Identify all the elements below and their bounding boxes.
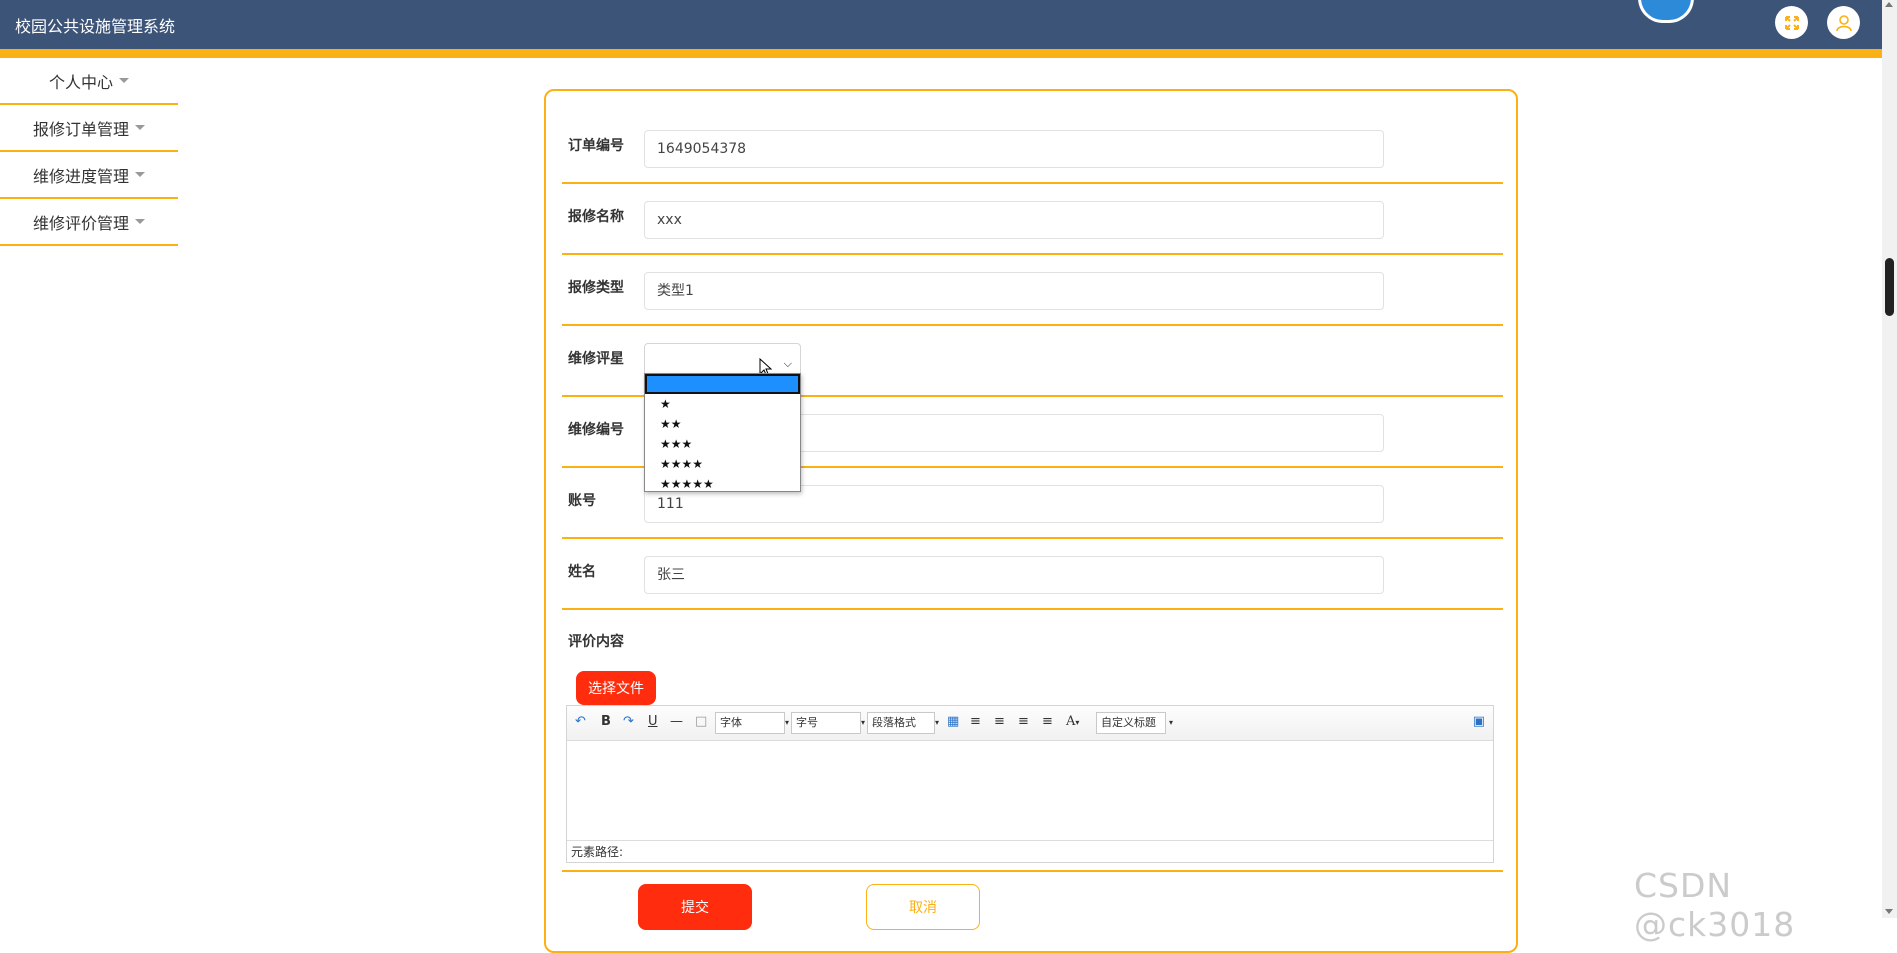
repair-name-input[interactable]: xxx (644, 201, 1384, 239)
rich-text-editor: ↶ B ↷ U — □ 字体 ▾ 字号 ▾ 段落格式 ▾ ▦ ≡ ≡ ≡ ≡ A… (566, 705, 1494, 863)
sidebar-item-personal-center[interactable]: 个人中心 (0, 58, 178, 105)
sidebar-item-label: 维修进度管理 (32, 166, 129, 186)
name-row: 姓名 张三 (562, 537, 1503, 610)
rating-option-1[interactable]: ★ (645, 394, 800, 414)
sidebar-item-label: 维修评价管理 (32, 213, 129, 233)
sidebar-item-label: 报修订单管理 (32, 119, 129, 139)
element-path: 元素路径: (567, 840, 1493, 863)
submit-button[interactable]: 提交 (638, 884, 752, 930)
font-size-select[interactable]: 字号 ▾ (791, 712, 865, 734)
cancel-button[interactable]: 取消 (866, 884, 980, 930)
paragraph-format-select[interactable]: 段落格式 ▾ (867, 712, 939, 734)
order-no-row: 订单编号 1649054378 (562, 111, 1503, 184)
caret-down-icon (135, 125, 145, 130)
rating-dropdown-list: ★ ★★ ★★★ ★★★★ ★★★★★ (644, 373, 801, 492)
rating-option-3[interactable]: ★★★ (645, 434, 800, 454)
sidebar-item-repair-evaluation[interactable]: 维修评价管理 (0, 199, 178, 246)
form-actions: 提交 取消 (562, 870, 1503, 930)
name-input[interactable]: 张三 (644, 556, 1384, 594)
sidebar: 个人中心 报修订单管理 维修进度管理 维修评价管理 (0, 58, 178, 246)
watermark: CSDN @ck3018 (1634, 866, 1796, 944)
comment-label: 评价内容 (568, 634, 624, 650)
repair-type-row: 报修类型 类型1 (562, 253, 1503, 326)
top-header: 校园公共设施管理系统 (0, 0, 1882, 49)
font-family-select[interactable]: 字体 ▾ (715, 712, 789, 734)
align-left-icon[interactable]: ≡ (970, 714, 981, 729)
sidebar-item-repair-orders[interactable]: 报修订单管理 (0, 105, 178, 152)
expand-icon (1784, 15, 1799, 30)
sidebar-item-label: 个人中心 (48, 72, 113, 92)
order-no-input[interactable]: 1649054378 (644, 130, 1384, 168)
undo-icon[interactable]: ↶ (575, 714, 586, 729)
fullscreen-editor-icon[interactable]: ▣ (1473, 714, 1485, 729)
caret-down-icon (135, 219, 145, 224)
rating-label: 维修评星 (568, 351, 624, 367)
repair-type-label: 报修类型 (568, 280, 624, 296)
document-icon[interactable]: □ (695, 714, 707, 729)
custom-heading-select[interactable]: 自定义标题 (1096, 712, 1166, 734)
rating-option-4[interactable]: ★★★★ (645, 454, 800, 474)
horizontal-rule-icon[interactable]: — (670, 714, 683, 729)
align-justify-icon[interactable]: ≡ (1042, 714, 1053, 729)
sidebar-item-repair-progress[interactable]: 维修进度管理 (0, 152, 178, 199)
custom-heading-label: 自定义标题 (1101, 716, 1156, 729)
user-icon (1835, 14, 1852, 31)
redo-icon[interactable]: ↷ (623, 714, 634, 729)
user-button[interactable] (1827, 6, 1860, 39)
font-family-label: 字体 (720, 716, 742, 729)
scroll-up-icon[interactable] (1885, 2, 1893, 7)
caret-down-icon (119, 78, 129, 83)
repair-type-input[interactable]: 类型1 (644, 272, 1384, 310)
align-right-icon[interactable]: ≡ (994, 714, 1005, 729)
choose-file-button[interactable]: 选择文件 (576, 671, 656, 705)
repair-name-row: 报修名称 xxx (562, 182, 1503, 255)
order-no-label: 订单编号 (568, 138, 624, 154)
paragraph-format-label: 段落格式 (872, 716, 916, 729)
dropdown-arrow-icon[interactable]: ▾ (1169, 718, 1173, 727)
evaluation-form: 订单编号 1649054378 报修名称 xxx 报修类型 类型1 维修评星 ⌵… (544, 89, 1518, 953)
rating-option-empty[interactable] (645, 374, 800, 394)
page-scrollbar[interactable] (1882, 0, 1897, 918)
scroll-thumb[interactable] (1885, 258, 1894, 316)
repair-name-label: 报修名称 (568, 209, 624, 225)
account-label: 账号 (568, 493, 596, 509)
dropdown-arrow-icon: ▾ (935, 718, 940, 727)
editor-toolbar: ↶ B ↷ U — □ 字体 ▾ 字号 ▾ 段落格式 ▾ ▦ ≡ ≡ ≡ ≡ A… (567, 706, 1493, 741)
font-color-icon[interactable]: A▾ (1066, 714, 1079, 729)
caret-down-icon (135, 172, 145, 177)
header-accent-stripe (0, 49, 1882, 58)
underline-icon[interactable]: U (648, 714, 658, 729)
avatar-icon[interactable] (1638, 0, 1694, 23)
chevron-down-icon: ⌵ (783, 357, 792, 370)
fullscreen-button[interactable] (1775, 6, 1808, 39)
align-center-icon[interactable]: ≡ (1018, 714, 1029, 729)
name-label: 姓名 (568, 564, 596, 580)
editor-content-area[interactable] (567, 741, 1493, 840)
bold-icon[interactable]: B (601, 714, 611, 729)
font-size-label: 字号 (796, 716, 818, 729)
repair-no-label: 维修编号 (568, 422, 624, 438)
table-icon[interactable]: ▦ (947, 714, 959, 729)
rating-option-2[interactable]: ★★ (645, 414, 800, 434)
app-title: 校园公共设施管理系统 (15, 17, 176, 36)
rating-option-5[interactable]: ★★★★★ (645, 474, 800, 494)
